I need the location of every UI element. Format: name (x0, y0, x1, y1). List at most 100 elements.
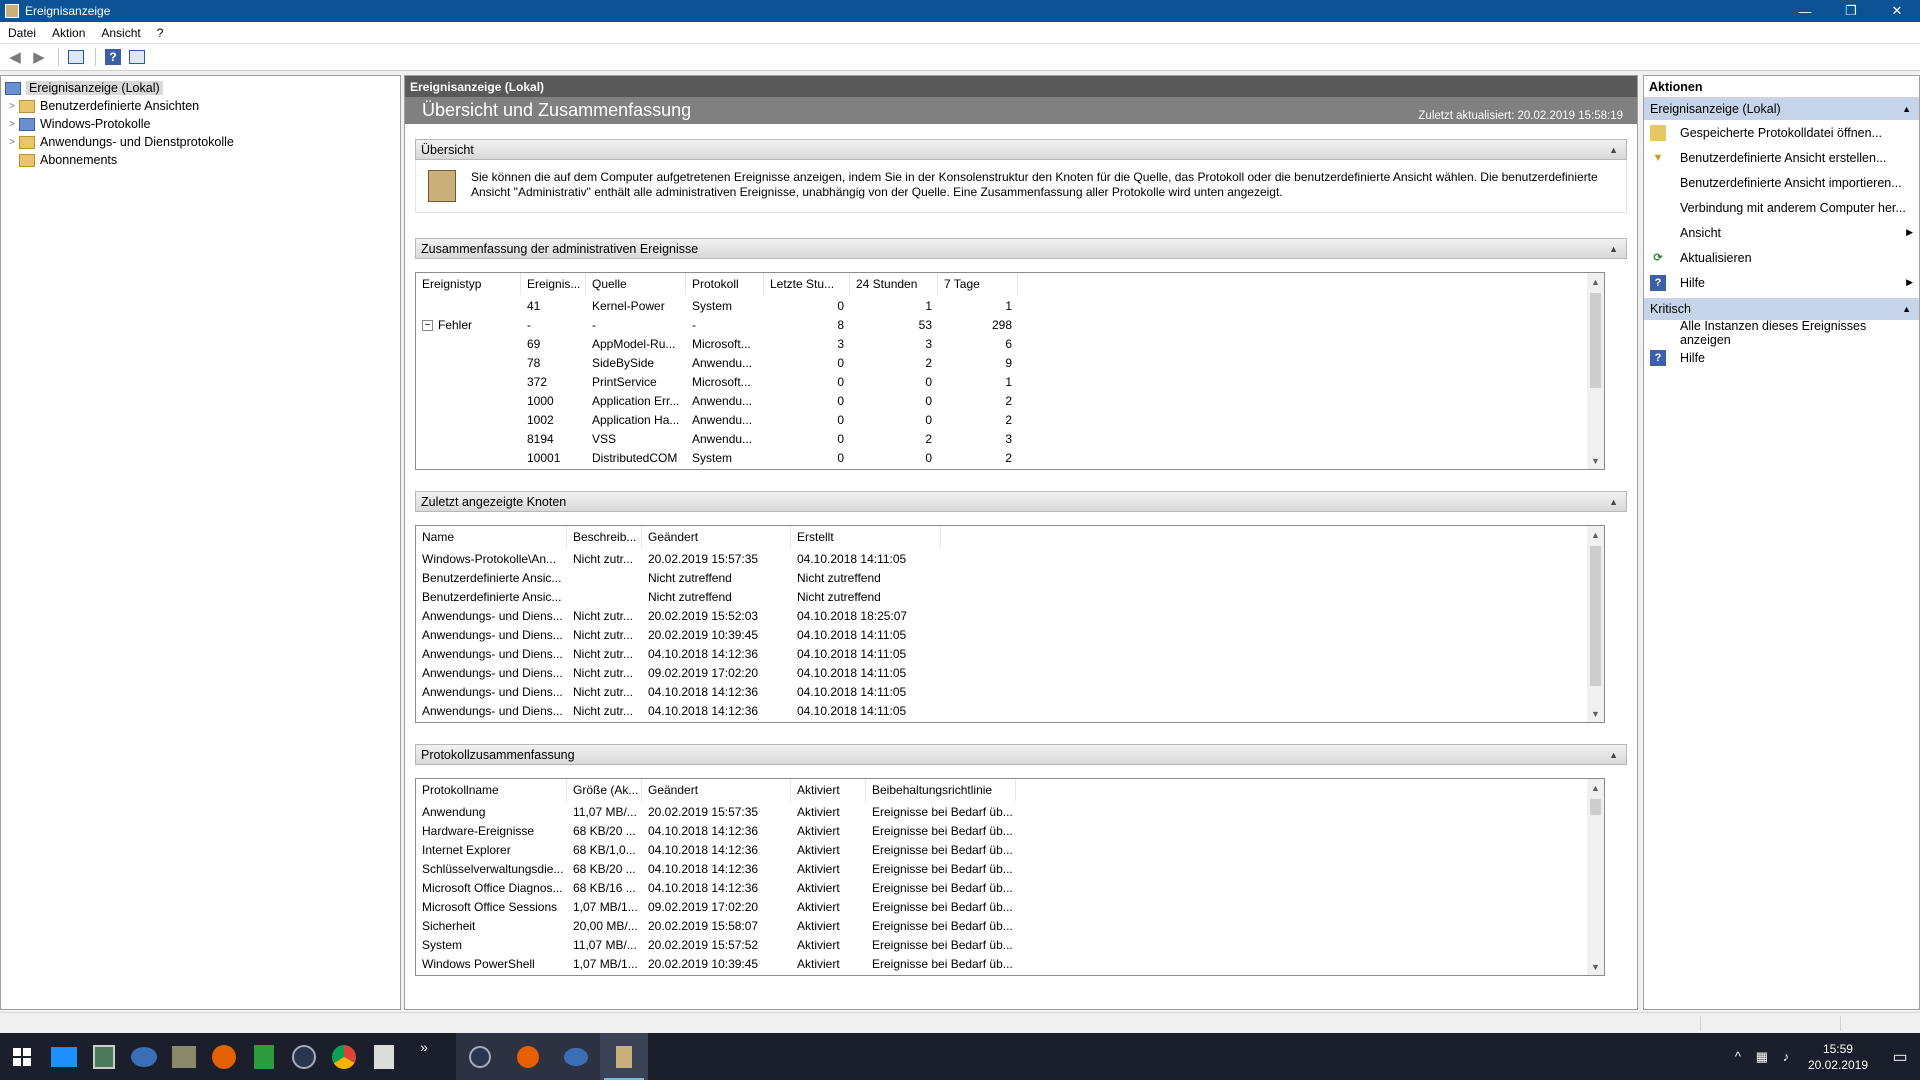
column-header[interactable]: Ereignistyp (416, 273, 521, 295)
collapse-icon[interactable]: ▲ (1902, 304, 1911, 314)
back-button[interactable]: ◀ (4, 46, 26, 68)
action-create-custom-view[interactable]: ▼ Benutzerdefinierte Ansicht erstellen... (1644, 145, 1919, 170)
table-row[interactable]: Schlüsselverwaltungsdie... 68 KB/20 ... 04… (416, 860, 1586, 879)
actions-group-local[interactable]: Ereignisanzeige (Lokal) ▲ (1644, 98, 1919, 120)
tree-node-windows-logs[interactable]: > Windows-Protokolle (5, 115, 150, 133)
collapse-group-icon[interactable]: − (422, 320, 433, 332)
tree-node-root[interactable]: Ereignisanzeige (Lokal) (5, 79, 163, 97)
expand-icon[interactable]: > (5, 119, 19, 130)
vertical-scrollbar[interactable]: ▲ ▼ (1587, 779, 1604, 975)
table-row[interactable]: Sicherheit 20,00 MB/... 20.02.2019 15:58:0… (416, 917, 1586, 936)
scroll-down-icon[interactable]: ▼ (1587, 705, 1604, 722)
table-row[interactable]: Internet Explorer 68 KB/1,0... 04.10.2018 … (416, 841, 1586, 860)
menu-aktion[interactable]: Aktion (44, 26, 93, 40)
expand-icon[interactable]: > (5, 137, 19, 148)
scroll-up-icon[interactable]: ▲ (1587, 779, 1604, 796)
close-button[interactable]: ✕ (1874, 0, 1920, 22)
forward-button[interactable]: ▶ (28, 46, 50, 68)
table-row[interactable]: Microsoft Office Sessions 1,07 MB/1... 09.… (416, 898, 1586, 917)
taskbar-explorer[interactable] (44, 1033, 84, 1080)
help-button[interactable]: ? (102, 46, 124, 68)
scroll-down-icon[interactable]: ▼ (1587, 452, 1604, 469)
table-row[interactable]: Anwendungs- und Diens... Nicht zutr... 20.… (416, 626, 1586, 645)
recent-nodes-header[interactable]: Zuletzt angezeigte Knoten ▲ (415, 491, 1627, 512)
clock[interactable]: 15:59 20.02.2019 (1808, 1041, 1868, 1073)
vertical-scrollbar[interactable]: ▲ ▼ (1587, 273, 1604, 469)
notification-icon[interactable]: ▭ (1880, 1047, 1920, 1067)
column-header[interactable]: Größe (Ak... (567, 779, 642, 801)
table-row[interactable]: Anwendung 11,07 MB/... 20.02.2019 15:57:35… (416, 803, 1586, 822)
taskbar-recycle[interactable] (364, 1033, 404, 1080)
restore-button[interactable]: ❐ (1828, 0, 1874, 22)
action-open-saved-log[interactable]: Gespeicherte Protokolldatei öffnen... (1644, 120, 1919, 145)
taskbar-running-thunderbird[interactable] (552, 1033, 600, 1080)
column-header[interactable]: Ereignis... (521, 273, 586, 295)
admin-summary-header[interactable]: Zusammenfassung der administrativen Erei… (415, 238, 1627, 259)
table-row[interactable]: Anwendungs- und Diens... Nicht zutr... 09.… (416, 664, 1586, 683)
table-row[interactable]: Windows PowerShell 1,07 MB/1... 20.02.2019… (416, 955, 1586, 974)
action-view[interactable]: Ansicht ▶ (1644, 220, 1919, 245)
table-row[interactable]: 8194 VSS Anwendu... 0 2 3 (416, 430, 1586, 449)
taskbar-thunderbird[interactable] (124, 1033, 164, 1080)
table-row[interactable]: Hardware-Ereignisse 68 KB/20 ... 04.10.201… (416, 822, 1586, 841)
start-button[interactable] (0, 1033, 44, 1080)
column-header[interactable]: Name (416, 526, 567, 548)
scroll-thumb[interactable] (1590, 293, 1601, 388)
table-row[interactable]: 1002 Application Ha... Anwendu... 0 0 2 (416, 411, 1586, 430)
scroll-up-icon[interactable]: ▲ (1587, 273, 1604, 290)
menu-help[interactable]: ? (149, 26, 172, 40)
table-row[interactable]: Benutzerdefinierte Ansic... Nicht zutreff… (416, 569, 1586, 588)
tree-node-app-service-logs[interactable]: > Anwendungs- und Dienstprotokolle (5, 133, 234, 151)
minimize-button[interactable]: — (1782, 0, 1828, 22)
table-row[interactable]: Anwendungs- und Diens... Nicht zutr... 04.… (416, 702, 1586, 721)
scroll-thumb[interactable] (1590, 799, 1601, 815)
column-header[interactable]: Erstellt (791, 526, 941, 548)
vertical-scrollbar[interactable]: ▲ ▼ (1587, 526, 1604, 722)
taskbar-running-event-viewer[interactable] (600, 1033, 648, 1080)
network-icon[interactable]: ▦ (1750, 1049, 1774, 1065)
table-row[interactable]: Anwendungs- und Diens... Nicht zutr... 04.… (416, 683, 1586, 702)
table-row[interactable]: 1000 Application Err... Anwendu... 0 0 2 (416, 392, 1586, 411)
taskbar-chrome[interactable] (324, 1033, 364, 1080)
tree-node-subscriptions[interactable]: Abonnements (5, 151, 117, 169)
menu-ansicht[interactable]: Ansicht (93, 26, 148, 40)
column-header[interactable]: 24 Stunden (850, 273, 938, 295)
column-header[interactable]: Protokollname (416, 779, 567, 801)
tree-node-custom-views[interactable]: > Benutzerdefinierte Ansichten (5, 97, 199, 115)
taskbar-firefox[interactable] (204, 1033, 244, 1080)
action-refresh[interactable]: ⟳ Aktualisieren (1644, 245, 1919, 270)
column-header[interactable]: Beibehaltungsrichtlinie (866, 779, 1016, 801)
scroll-thumb[interactable] (1590, 546, 1601, 686)
scroll-down-icon[interactable]: ▼ (1587, 958, 1604, 975)
action-help[interactable]: ? Hilfe ▶ (1644, 270, 1919, 295)
table-row[interactable]: 372 PrintService Microsoft... 0 0 1 (416, 373, 1586, 392)
expand-icon[interactable]: > (5, 101, 19, 112)
taskbar-tools[interactable] (164, 1033, 204, 1080)
table-row[interactable]: Benutzerdefinierte Ansic... Nicht zutreff… (416, 588, 1586, 607)
action-connect-computer[interactable]: Verbindung mit anderem Computer her... (1644, 195, 1919, 220)
table-row[interactable]: 41 Kernel-Power System 0 1 1 (416, 297, 1586, 316)
show-hide-tree-button[interactable] (65, 46, 87, 68)
actions-group-critical[interactable]: Kritisch ▲ (1644, 298, 1919, 320)
scroll-up-icon[interactable]: ▲ (1587, 526, 1604, 543)
column-header[interactable]: Aktiviert (791, 779, 866, 801)
table-row[interactable]: 10001 DistributedCOM System 0 0 2 (416, 449, 1586, 468)
tray-chevron-icon[interactable]: ^ (1726, 1049, 1750, 1064)
taskbar-running-keepass[interactable] (456, 1033, 504, 1080)
taskbar-running-firefox[interactable] (504, 1033, 552, 1080)
table-row[interactable]: Microsoft Office Diagnos... 68 KB/16 ... 0… (416, 879, 1586, 898)
collapse-icon[interactable]: ▲ (1609, 145, 1618, 155)
table-row[interactable]: System 11,07 MB/... 20.02.2019 15:57:52 Akt… (416, 936, 1586, 955)
table-row[interactable]: Anwendungs- und Diens... Nicht zutr... 20.… (416, 607, 1586, 626)
column-header[interactable]: Quelle (586, 273, 686, 295)
taskbar-spreadsheet[interactable] (244, 1033, 284, 1080)
column-header[interactable]: 7 Tage (938, 273, 1018, 295)
table-row[interactable]: − Fehler - - -8 53 298 (416, 316, 1586, 335)
column-header[interactable]: Protokoll (686, 273, 764, 295)
collapse-icon[interactable]: ▲ (1609, 750, 1618, 760)
volume-icon[interactable]: ♪ (1774, 1049, 1798, 1064)
collapse-icon[interactable]: ▲ (1902, 104, 1911, 114)
menu-datei[interactable]: Datei (0, 26, 44, 40)
table-row[interactable]: Windows-Protokolle\An... Nicht zutr... 20.… (416, 550, 1586, 569)
taskbar-calculator[interactable] (84, 1033, 124, 1080)
